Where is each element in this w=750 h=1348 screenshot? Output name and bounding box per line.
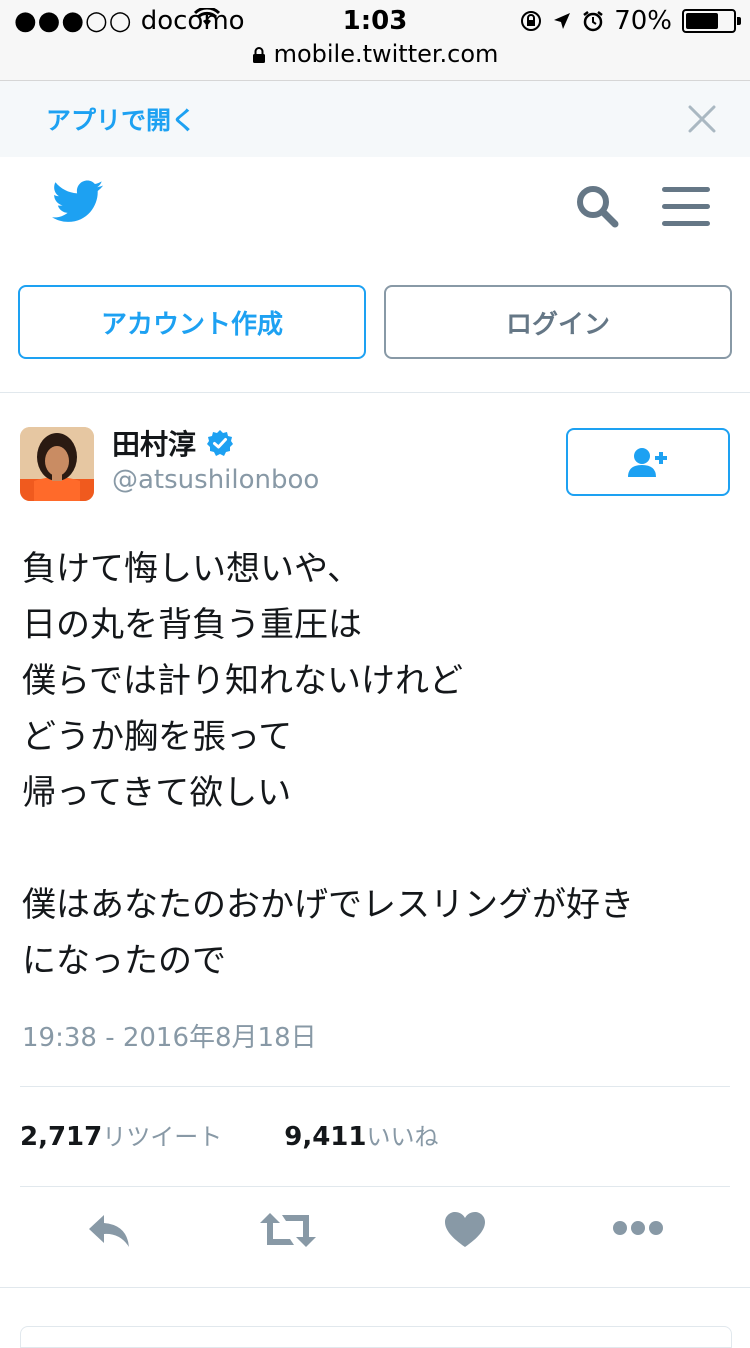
user-handle[interactable]: @atsushilonboo	[112, 465, 319, 495]
search-icon[interactable]	[574, 183, 620, 229]
tweet-actions	[0, 1201, 750, 1267]
like-count: 9,411	[284, 1122, 367, 1152]
like-stat[interactable]: 9,411いいね	[284, 1117, 438, 1152]
menu-icon[interactable]	[662, 187, 710, 227]
close-icon[interactable]	[684, 101, 720, 137]
tweet-stats: 2,717リツイート 9,411いいね	[20, 1117, 439, 1152]
tweet-timestamp[interactable]: 19:38 - 2016年8月18日	[22, 1017, 317, 1054]
battery-level	[686, 13, 719, 29]
orientation-lock-icon	[521, 11, 542, 31]
site-header	[0, 157, 750, 257]
retweet-count: 2,717	[20, 1122, 103, 1152]
follow-user-icon	[628, 448, 667, 477]
like-label: いいね	[366, 1123, 439, 1151]
retweet-label: リツイート	[102, 1123, 223, 1151]
reply-icon[interactable]	[86, 1211, 132, 1249]
location-arrow-icon	[554, 13, 571, 29]
url-bar[interactable]: mobile.twitter.com	[0, 40, 750, 68]
divider	[20, 1186, 730, 1187]
display-name[interactable]: 田村淳	[112, 423, 196, 463]
battery-percent: 70%	[614, 6, 672, 36]
battery-icon	[682, 9, 741, 33]
retweet-icon[interactable]	[260, 1211, 316, 1249]
retweet-stat[interactable]: 2,717リツイート	[20, 1117, 222, 1152]
twitter-bird-icon[interactable]	[52, 179, 104, 225]
open-in-app-banner: アプリで開く	[0, 81, 750, 157]
more-icon[interactable]	[612, 1217, 664, 1239]
follow-button[interactable]	[566, 428, 730, 496]
url-text: mobile.twitter.com	[273, 40, 499, 68]
author-name-row: 田村淳	[112, 423, 234, 463]
signup-button[interactable]: アカウント作成	[18, 285, 366, 359]
battery-tip	[737, 17, 741, 25]
verified-icon	[207, 430, 234, 456]
lock-icon	[252, 47, 265, 63]
avatar[interactable]	[20, 427, 94, 501]
alarm-icon	[583, 11, 603, 32]
open-in-app-link[interactable]: アプリで開く	[46, 101, 196, 137]
status-indicators: 70%	[520, 6, 741, 36]
next-card-edge	[20, 1326, 732, 1348]
tweet-text: 負けて悔しい想いや、 日の丸を背負う重圧は 僕らでは計り知れないけれど どうか胸…	[22, 549, 634, 981]
avatar-image	[20, 427, 94, 501]
like-icon[interactable]	[444, 1211, 486, 1249]
tweet-card: 田村淳 @atsushilonboo 負けて悔しい想いや、 日の丸を背負う重圧は…	[0, 392, 750, 1288]
status-bar: ●●●○○ docomo 1:03 70% mobile.twitter.com	[0, 0, 750, 81]
divider	[20, 1086, 730, 1087]
login-button[interactable]: ログイン	[384, 285, 732, 359]
